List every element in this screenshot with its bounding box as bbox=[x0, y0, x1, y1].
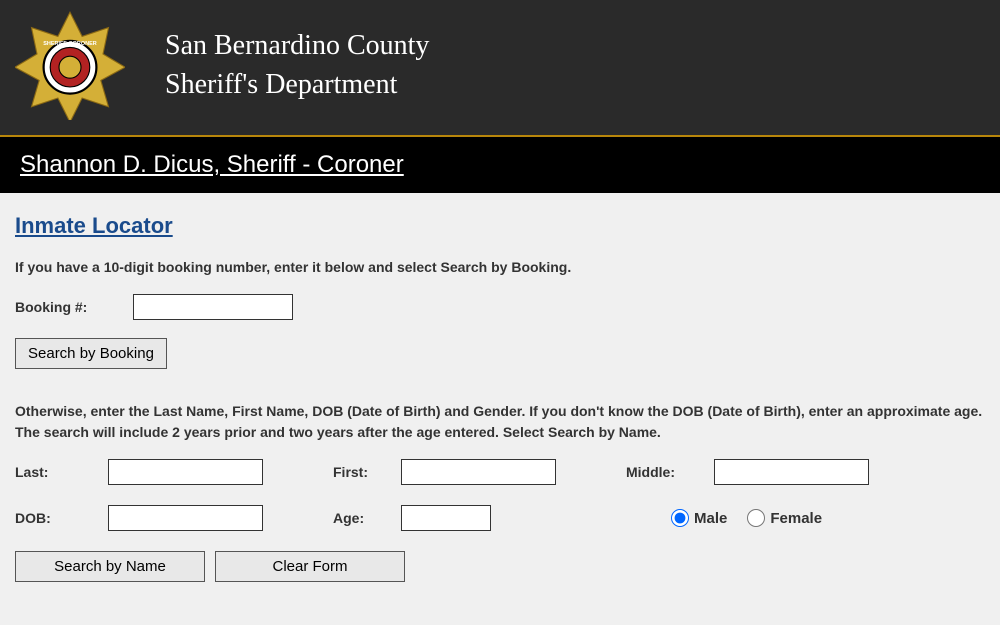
last-name-group: Last: bbox=[15, 459, 263, 485]
female-radio-wrapper: Female bbox=[747, 509, 822, 527]
sheriff-name-bar: Shannon D. Dicus, Sheriff - Coroner bbox=[0, 137, 1000, 193]
booking-row: Booking #: bbox=[15, 294, 985, 320]
middle-label: Middle: bbox=[626, 464, 706, 480]
last-label: Last: bbox=[15, 464, 100, 480]
clear-form-button[interactable]: Clear Form bbox=[215, 551, 405, 582]
name-instruction: Otherwise, enter the Last Name, First Na… bbox=[15, 401, 985, 443]
first-name-group: First: bbox=[333, 459, 556, 485]
booking-button-row: Search by Booking bbox=[15, 338, 985, 369]
dob-label: DOB: bbox=[15, 510, 100, 526]
dob-age-row: DOB: Age: Male Female bbox=[15, 505, 985, 531]
age-label: Age: bbox=[333, 510, 393, 526]
search-name-button[interactable]: Search by Name bbox=[15, 551, 205, 582]
name-fields-row: Last: First: Middle: bbox=[15, 459, 985, 485]
dob-group: DOB: bbox=[15, 505, 263, 531]
bottom-buttons: Search by Name Clear Form bbox=[15, 551, 985, 582]
middle-name-group: Middle: bbox=[626, 459, 869, 485]
male-label: Male bbox=[694, 510, 727, 527]
middle-input[interactable] bbox=[714, 459, 869, 485]
header-bar: SHERIFF-CORONER San Bernardino County Sh… bbox=[0, 0, 1000, 137]
svg-text:SHERIFF-CORONER: SHERIFF-CORONER bbox=[43, 41, 96, 47]
name-section: Last: First: Middle: DOB: Age: bbox=[15, 459, 985, 582]
age-group: Age: bbox=[333, 505, 491, 531]
booking-label: Booking #: bbox=[15, 299, 125, 315]
male-radio-wrapper: Male bbox=[671, 509, 727, 527]
male-radio[interactable] bbox=[671, 509, 689, 527]
header-title-line2: Sheriff's Department bbox=[165, 65, 429, 104]
header-title-line1: San Bernardino County bbox=[165, 26, 429, 65]
booking-input[interactable] bbox=[133, 294, 293, 320]
first-input[interactable] bbox=[401, 459, 556, 485]
page-title[interactable]: Inmate Locator bbox=[15, 213, 173, 239]
sheriff-badge-icon: SHERIFF-CORONER bbox=[15, 10, 125, 120]
first-label: First: bbox=[333, 464, 393, 480]
age-input[interactable] bbox=[401, 505, 491, 531]
header-title: San Bernardino County Sheriff's Departme… bbox=[165, 26, 429, 104]
dob-input[interactable] bbox=[108, 505, 263, 531]
gender-group: Male Female bbox=[671, 509, 842, 527]
search-booking-button[interactable]: Search by Booking bbox=[15, 338, 167, 369]
female-radio[interactable] bbox=[747, 509, 765, 527]
main-content: Inmate Locator If you have a 10-digit bo… bbox=[0, 193, 1000, 602]
sheriff-name-link[interactable]: Shannon D. Dicus, Sheriff - Coroner bbox=[20, 151, 404, 178]
booking-instruction: If you have a 10-digit booking number, e… bbox=[15, 257, 985, 278]
last-input[interactable] bbox=[108, 459, 263, 485]
female-label: Female bbox=[770, 510, 822, 527]
